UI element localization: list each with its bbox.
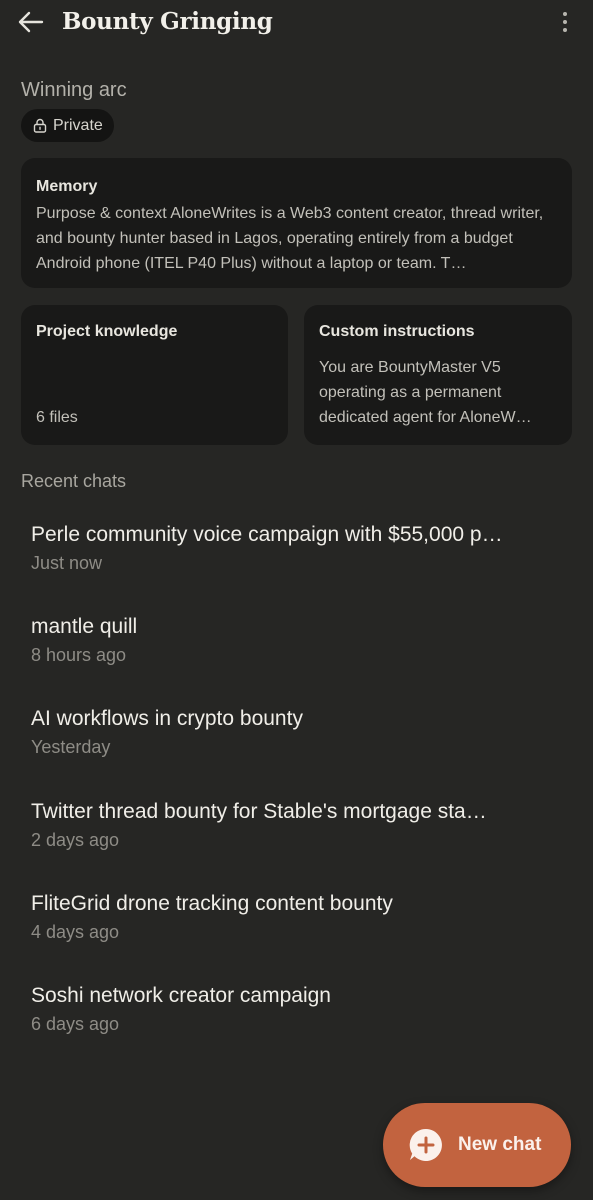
chat-title: mantle quill [31,615,138,639]
chat-item[interactable]: Soshi network creator campaign 6 days ag… [0,966,593,1058]
chat-title: Soshi network creator campaign [31,983,331,1007]
files-count: 6 files [36,409,78,426]
knowledge-title: Project knowledge [36,323,178,340]
more-options-button[interactable] [555,6,575,38]
chat-item[interactable]: FliteGrid drone tracking content bounty … [0,874,593,966]
project-subtitle: Winning arc [21,79,127,101]
chat-item[interactable]: Perle community voice campaign with $55,… [0,505,593,597]
chat-time: 2 days ago [31,829,120,850]
chat-title: Perle community voice campaign with $55,… [31,523,503,546]
memory-title: Memory [36,178,98,195]
visibility-badge[interactable]: Private [21,109,114,142]
plus-bubble-icon [409,1128,442,1161]
visibility-label: Private [53,116,103,134]
custom-instructions-card[interactable]: Custom instructions You are BountyMaster… [304,305,572,445]
chat-time: 4 days ago [31,921,120,942]
instructions-title: Custom instructions [319,323,475,340]
chat-time: 6 days ago [31,1013,120,1034]
project-page: Bounty Gringing Winning arc Private Memo… [0,0,593,1200]
chat-item[interactable]: AI workflows in crypto bounty Yesterday [0,689,593,781]
new-chat-button[interactable]: New chat [383,1103,571,1187]
chat-time: 8 hours ago [31,645,127,666]
chat-time: Just now [31,553,103,573]
more-vertical-icon [563,12,567,16]
chat-title: AI workflows in crypto bounty [31,707,303,731]
memory-card[interactable]: Memory Purpose & context AloneWrites is … [21,158,572,288]
instructions-text: You are BountyMaster V5 operating as a p… [319,359,532,426]
memory-text: Purpose & context AloneWrites is a Web3 … [36,205,544,272]
new-chat-label: New chat [458,1134,542,1155]
recent-chats-heading: Recent chats [21,471,127,491]
back-button[interactable] [14,6,48,38]
app-header: Bounty Gringing [0,0,593,46]
chat-item[interactable]: Twitter thread bounty for Stable's mortg… [0,782,593,874]
chat-title: Twitter thread bounty for Stable's mortg… [31,799,487,823]
arrow-left-icon [18,11,44,33]
recent-chats-list: Perle community voice campaign with $55,… [0,505,593,1058]
chat-item[interactable]: mantle quill 8 hours ago [0,597,593,689]
lock-icon [33,118,47,133]
chat-time: Yesterday [31,737,111,758]
page-title: Bounty Gringing [62,8,273,35]
project-knowledge-card[interactable]: Project knowledge 6 files [21,305,288,445]
chat-title: FliteGrid drone tracking content bounty [31,891,393,915]
